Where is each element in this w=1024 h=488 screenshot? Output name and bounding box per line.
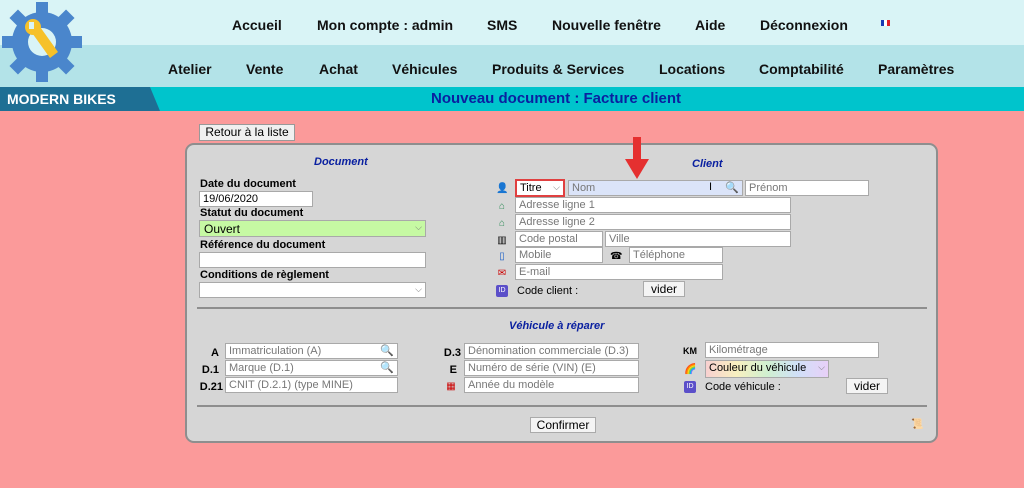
vehicle-color-select[interactable]: Couleur du véhicule ⌵ xyxy=(705,360,829,378)
nav-deconnexion[interactable]: Déconnexion xyxy=(760,17,848,33)
vehicle-color-value: Couleur du véhicule xyxy=(709,362,807,374)
model-year-field[interactable]: Année du modèle xyxy=(464,377,639,393)
nav-mon-compte[interactable]: Mon compte : admin xyxy=(317,17,453,33)
chevron-down-icon: ⌵ xyxy=(415,284,422,294)
chevron-down-icon: ⌵ xyxy=(818,362,825,372)
nav-comptabilite[interactable]: Comptabilité xyxy=(759,61,844,77)
text-cursor-icon: I xyxy=(709,181,713,193)
house-icon: ⌂ xyxy=(498,218,506,229)
marque-placeholder: Marque (D.1) xyxy=(229,362,294,374)
rainbow-icon: 🌈 xyxy=(684,364,697,375)
status-select[interactable]: Ouvert ⌵ xyxy=(199,220,426,237)
payment-terms-select[interactable]: ⌵ xyxy=(199,282,426,298)
red-arrow-pointer xyxy=(625,137,649,179)
nav-parametres[interactable]: Paramètres xyxy=(878,61,954,77)
id-card-icon: ID xyxy=(684,381,696,393)
immatriculation-field[interactable]: Immatriculation (A) 🔍 xyxy=(225,343,398,359)
nav-nouvelle-fenetre[interactable]: Nouvelle fenêtre xyxy=(552,17,661,33)
denomination-field[interactable]: Dénomination commerciale (D.3) xyxy=(464,343,639,359)
nav-aide[interactable]: Aide xyxy=(695,17,725,33)
brand-name: MODERN BIKES xyxy=(0,87,160,111)
french-flag-icon[interactable] xyxy=(881,20,890,26)
calendar-icon: ▦ xyxy=(446,381,456,392)
nom-field[interactable]: Nom I 🔍 xyxy=(568,180,743,196)
d1-label: D.1 xyxy=(201,364,219,376)
reference-label: Référence du document xyxy=(200,239,326,251)
document-section-title: Document xyxy=(314,156,368,168)
mobile-field[interactable]: Mobile xyxy=(515,247,603,263)
nav-accueil[interactable]: Accueil xyxy=(232,17,282,33)
person-icon: 👤 xyxy=(496,183,509,194)
status-value: Ouvert xyxy=(204,222,241,236)
date-label: Date du document xyxy=(200,178,296,190)
confirm-button[interactable]: Confirmer xyxy=(530,417,596,433)
e-label: E xyxy=(449,364,457,376)
title-select-value: Titre xyxy=(520,182,542,194)
building-icon: ▥ xyxy=(497,235,507,246)
a-label: A xyxy=(211,347,219,359)
chevron-down-icon: ⌵ xyxy=(553,182,560,192)
house-icon: ⌂ xyxy=(498,201,506,212)
nav-achat[interactable]: Achat xyxy=(319,61,358,77)
nav-sms[interactable]: SMS xyxy=(487,17,517,33)
page-title: Nouveau document : Facture client xyxy=(431,90,682,107)
reference-field[interactable] xyxy=(199,252,426,268)
address-line-1-field[interactable]: Adresse ligne 1 xyxy=(515,197,791,213)
section-divider xyxy=(197,307,927,309)
search-icon[interactable]: 🔍 xyxy=(725,181,739,194)
nav-vente[interactable]: Vente xyxy=(246,61,283,77)
marque-field[interactable]: Marque (D.1) 🔍 xyxy=(225,360,398,376)
nav-vehicules[interactable]: Véhicules xyxy=(392,61,457,77)
nom-placeholder: Nom xyxy=(572,182,596,194)
title-select[interactable]: Titre ⌵ xyxy=(515,179,565,197)
d3-label: D.3 xyxy=(443,347,461,359)
nav-atelier[interactable]: Atelier xyxy=(168,61,212,77)
telephone-icon: ☎ xyxy=(610,251,623,262)
immatriculation-placeholder: Immatriculation (A) xyxy=(229,345,322,357)
invoice-form-panel: Document Date du document 19/06/2020 Sta… xyxy=(185,137,938,443)
back-to-list-button[interactable]: Retour à la liste xyxy=(199,124,295,141)
payment-terms-label: Conditions de règlement xyxy=(200,269,329,281)
client-section-title: Client xyxy=(692,158,723,170)
vehicle-clear-button[interactable]: vider xyxy=(846,378,888,394)
postal-code-field[interactable]: Code postal xyxy=(515,231,603,247)
mobile-phone-icon: ▯ xyxy=(499,251,505,262)
client-code-label: Code client : xyxy=(517,285,579,297)
search-icon[interactable]: 🔍 xyxy=(380,344,394,357)
search-icon[interactable]: 🔍 xyxy=(380,361,394,374)
chevron-down-icon: ⌵ xyxy=(415,222,422,232)
km-label: KM xyxy=(683,346,697,356)
city-field[interactable]: Ville xyxy=(605,231,791,247)
vin-field[interactable]: Numéro de série (VIN) (E) xyxy=(464,360,639,376)
d21-label: D.21 xyxy=(199,381,223,393)
nav-produits-services[interactable]: Produits & Services xyxy=(492,61,624,77)
email-icon: ✉ xyxy=(497,268,507,279)
id-card-icon: ID xyxy=(496,285,508,297)
date-field[interactable]: 19/06/2020 xyxy=(199,191,313,207)
nav-locations[interactable]: Locations xyxy=(659,61,725,77)
status-label: Statut du document xyxy=(200,207,304,219)
email-field[interactable]: E-mail xyxy=(515,264,723,280)
vehicle-code-label: Code véhicule : xyxy=(705,381,781,393)
prenom-field[interactable]: Prénom xyxy=(745,180,869,196)
cnit-field[interactable]: CNIT (D.2.1) (type MINE) xyxy=(225,377,398,393)
vehicle-section-title: Véhicule à réparer xyxy=(509,320,605,332)
scroll-document-icon[interactable]: 📜 xyxy=(911,419,923,431)
kilometrage-field[interactable]: Kilométrage xyxy=(705,342,879,358)
phone-field[interactable]: Téléphone xyxy=(629,247,723,263)
gear-wrench-logo[interactable] xyxy=(0,0,88,88)
section-divider xyxy=(197,405,927,407)
client-clear-button[interactable]: vider xyxy=(643,281,685,297)
address-line-2-field[interactable]: Adresse ligne 2 xyxy=(515,214,791,230)
